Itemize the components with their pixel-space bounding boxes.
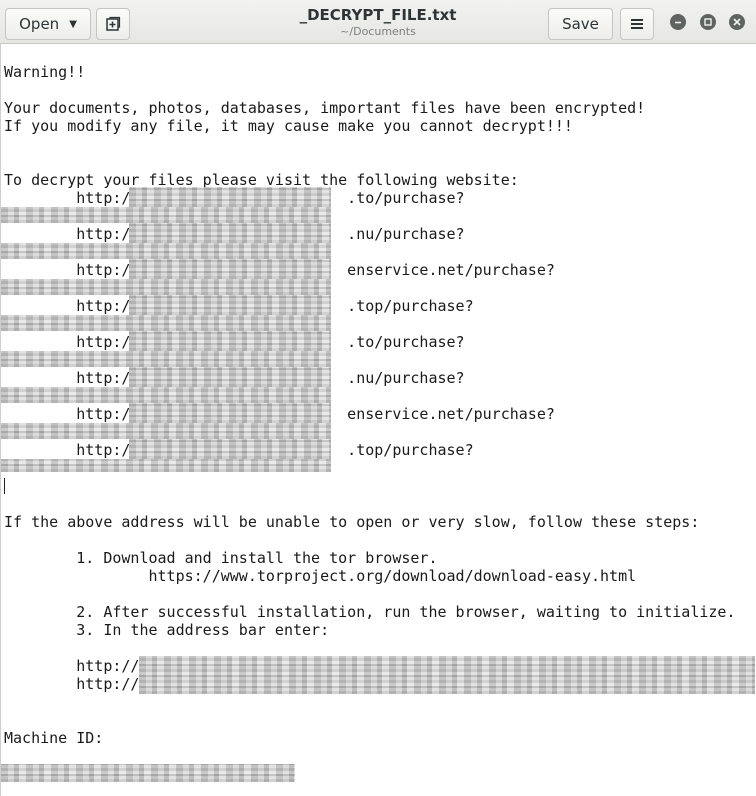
window-title-block: _DECRYPT_FILE.txt ~/Documents — [240, 5, 516, 39]
redacted-block — [129, 295, 331, 315]
minimize-icon — [675, 21, 681, 24]
window-subtitle: ~/Documents — [340, 25, 416, 38]
redacted-block — [1, 423, 331, 439]
unable-to-open-line: If the above address will be unable to o… — [4, 513, 700, 531]
redacted-block — [129, 187, 331, 207]
redacted-block — [129, 403, 331, 423]
redacted-block — [1, 279, 331, 295]
redacted-block — [1, 459, 331, 472]
text-cursor — [4, 478, 5, 494]
redacted-block — [1, 243, 331, 259]
close-icon — [733, 18, 741, 26]
redacted-block — [1, 207, 331, 223]
open-button[interactable]: Open ▼ — [5, 8, 91, 40]
redacted-block — [1, 351, 331, 367]
redacted-block — [1, 315, 331, 331]
text-editor-area[interactable]: Warning!! Your documents, photos, databa… — [0, 44, 756, 796]
maximize-button[interactable] — [700, 14, 716, 30]
onion-url-line: http:// — [4, 657, 140, 675]
minimize-button[interactable] — [670, 14, 686, 30]
redacted-block — [129, 259, 331, 279]
hamburger-menu-icon — [631, 19, 643, 29]
open-button-label: Open — [19, 15, 60, 33]
chevron-down-icon: ▼ — [69, 18, 77, 30]
header-bar: Open ▼ _DECRYPT_FILE.txt ~/Documents Sav… — [0, 0, 756, 44]
redacted-block — [129, 367, 331, 387]
new-document-icon — [106, 16, 121, 31]
tor-download-url: https://www.torproject.org/download/down… — [4, 567, 637, 585]
redacted-block — [129, 439, 331, 459]
modify-warning-line: If you modify any file, it may cause mak… — [4, 117, 573, 135]
new-document-button[interactable] — [96, 8, 130, 40]
save-button[interactable]: Save — [548, 8, 613, 40]
redacted-block — [129, 223, 331, 243]
encrypted-notice-line: Your documents, photos, databases, impor… — [4, 99, 646, 117]
close-button[interactable] — [729, 14, 745, 30]
redacted-machine-id — [1, 764, 295, 782]
onion-url-line: http:// — [4, 675, 140, 693]
step-1-line: 1. Download and install the tor browser. — [4, 549, 438, 567]
menu-button[interactable] — [620, 8, 654, 40]
step-2-line: 2. After successful installation, run th… — [4, 603, 736, 621]
maximize-icon — [704, 18, 712, 26]
redacted-block — [1, 387, 331, 403]
window-title: _DECRYPT_FILE.txt — [299, 6, 457, 24]
step-3-line: 3. In the address bar enter: — [4, 621, 330, 639]
redacted-block — [129, 331, 331, 351]
redacted-block — [139, 656, 755, 694]
warning-line: Warning!! — [4, 63, 86, 81]
machine-id-label: Machine ID: — [4, 729, 104, 747]
